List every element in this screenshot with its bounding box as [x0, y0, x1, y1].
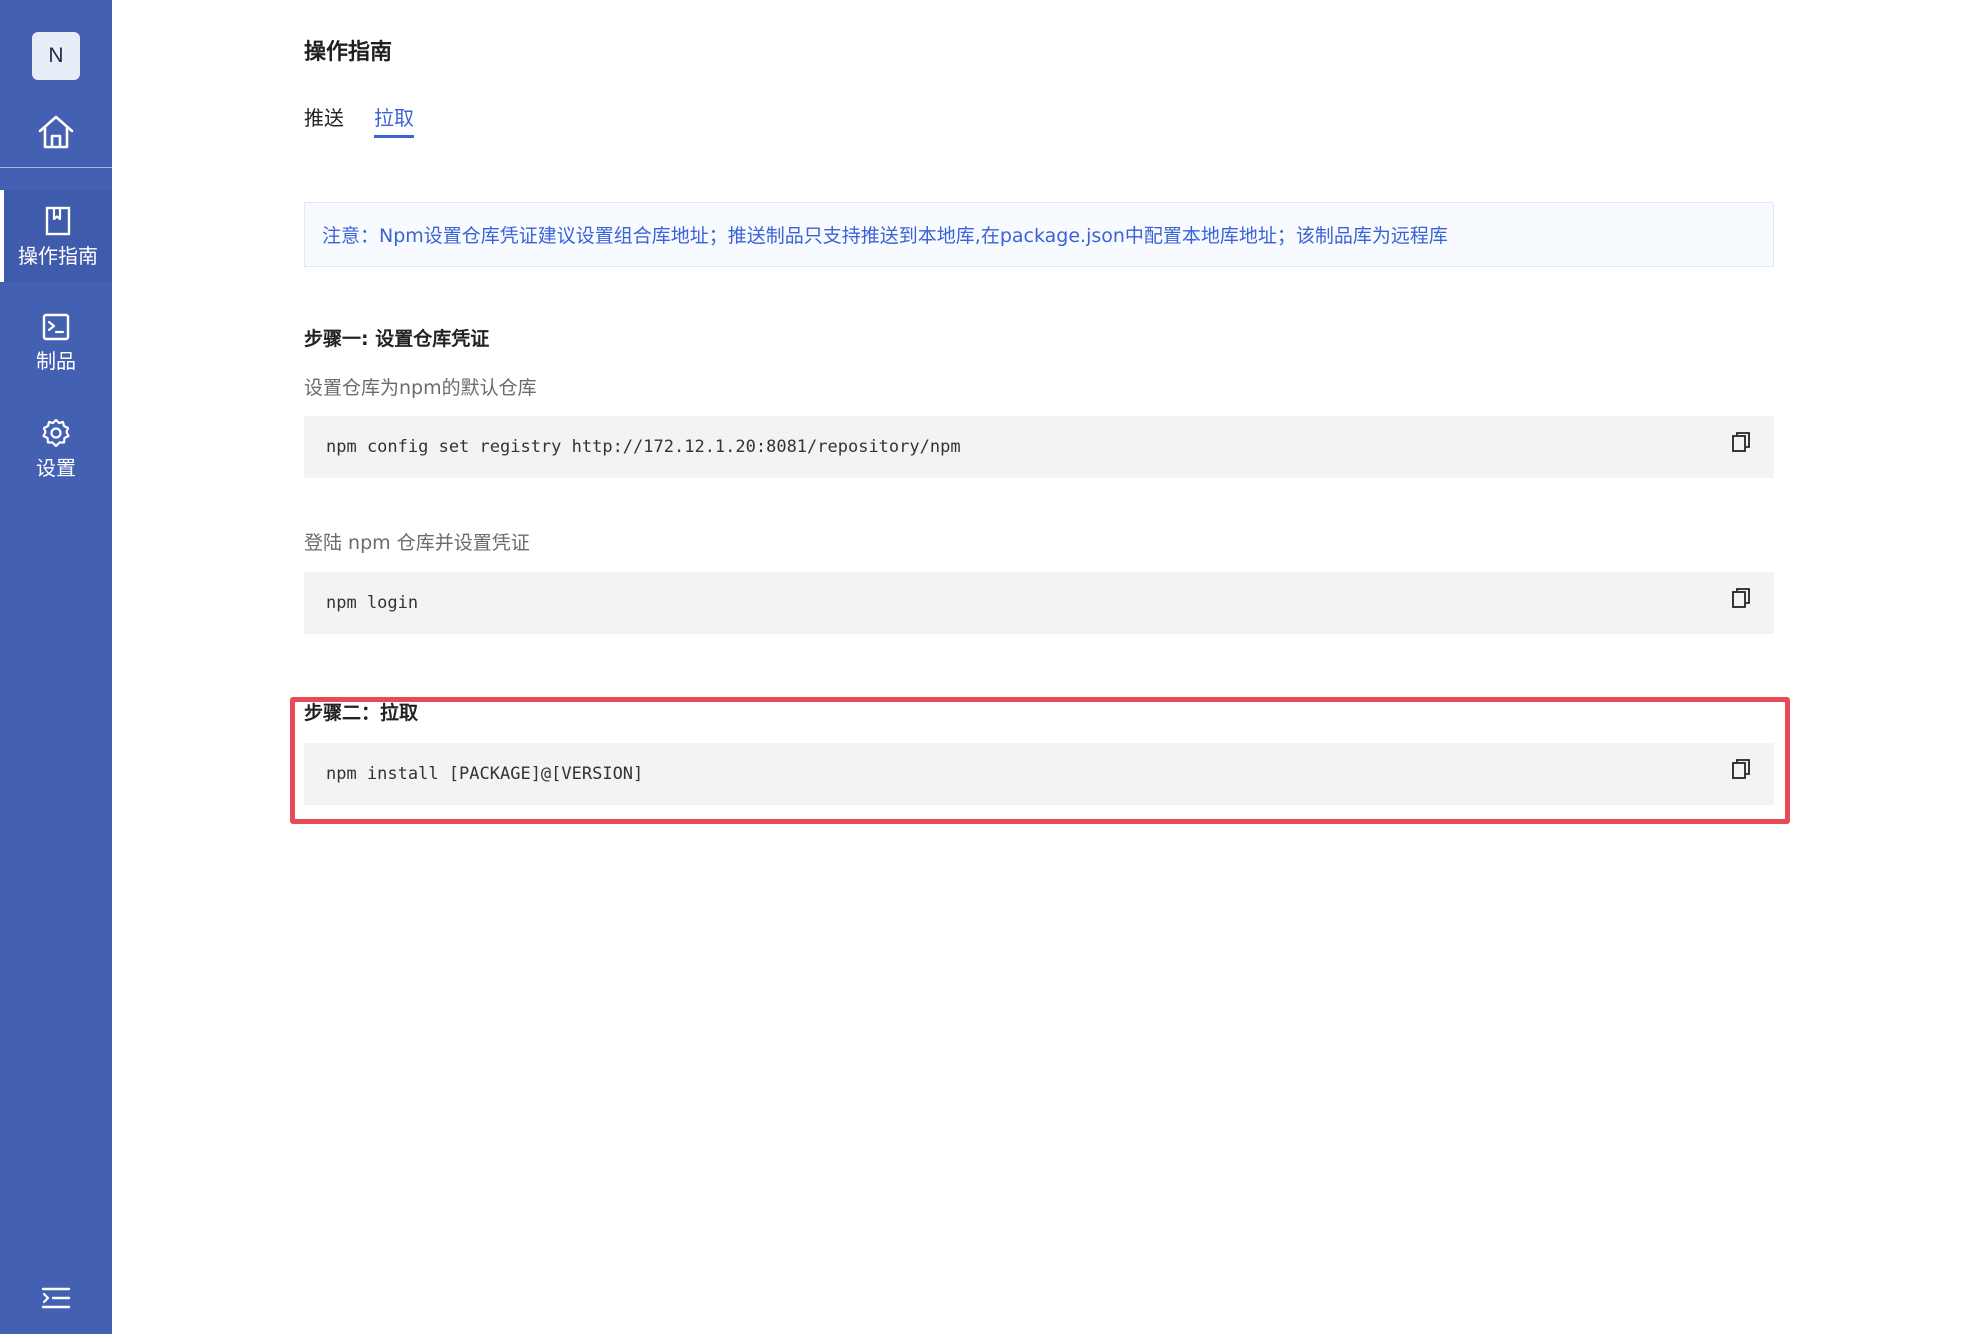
step1-desc-login: 登陆 npm 仓库并设置凭证	[304, 532, 530, 554]
sidebar-item-artifacts[interactable]: 制品	[0, 296, 112, 388]
book-icon	[45, 206, 71, 240]
avatar[interactable]: N	[32, 32, 80, 80]
sidebar-item-settings[interactable]: 设置	[0, 402, 112, 494]
copy-icon	[1731, 431, 1751, 457]
sidebar-item-label: 操作指南	[18, 244, 98, 268]
step1-desc-registry: 设置仓库为npm的默认仓库	[304, 377, 537, 399]
code-text[interactable]: npm login	[326, 593, 418, 613]
notice-banner: 注意：Npm设置仓库凭证建议设置组合库地址；推送制品只支持推送到本地库,在pac…	[304, 202, 1774, 267]
terminal-icon	[42, 313, 70, 345]
sidebar-item-guide[interactable]: 操作指南	[0, 190, 112, 282]
code-block-login: npm login	[304, 572, 1774, 634]
home-icon	[37, 114, 75, 154]
sidebar-item-label: 制品	[36, 349, 76, 373]
copy-button[interactable]	[1728, 586, 1754, 614]
home-button[interactable]	[0, 104, 112, 164]
tab-bar: 推送 拉取	[304, 102, 414, 138]
page-title: 操作指南	[304, 40, 393, 65]
collapse-sidebar-button[interactable]	[40, 1286, 72, 1314]
sidebar-item-label: 设置	[36, 456, 76, 480]
tab-pull[interactable]: 拉取	[374, 102, 414, 138]
copy-icon	[1731, 587, 1751, 613]
code-text[interactable]: npm config set registry http://172.12.1.…	[326, 437, 961, 457]
highlight-box	[290, 697, 1790, 824]
copy-button[interactable]	[1728, 430, 1754, 458]
tab-push[interactable]: 推送	[304, 102, 344, 138]
menu-collapse-icon	[41, 1286, 71, 1314]
main-content: 操作指南 推送 拉取 注意：Npm设置仓库凭证建议设置组合库地址；推送制品只支持…	[112, 0, 1965, 1334]
sidebar: N 操作指南 制品 设置	[0, 0, 112, 1334]
gear-icon	[41, 418, 71, 452]
step1-title: 步骤一: 设置仓库凭证	[304, 328, 490, 350]
sidebar-divider	[0, 167, 112, 168]
code-block-registry: npm config set registry http://172.12.1.…	[304, 416, 1774, 478]
